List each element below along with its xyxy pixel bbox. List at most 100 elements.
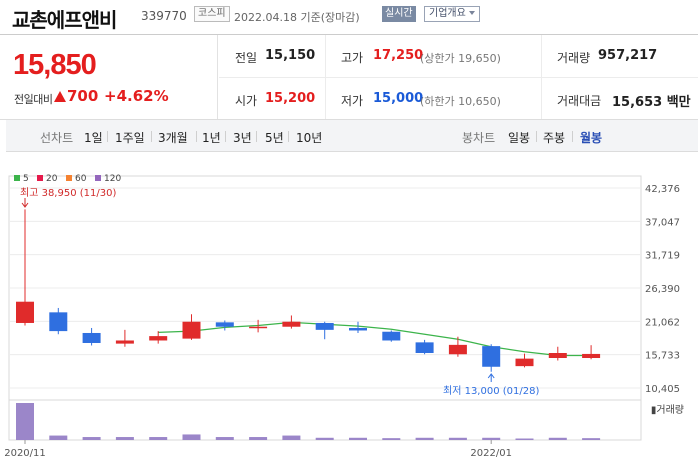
amount-cell: 거래대금 15,653 백만 [541, 78, 698, 120]
volume-value: 957,217 [598, 48, 658, 63]
candle-monthly-button[interactable]: 월봉 [580, 129, 602, 146]
candle-body [82, 332, 101, 343]
stock-name: 교촌에프앤비 [12, 8, 117, 32]
volume-bar [349, 437, 367, 440]
candle-body [349, 327, 367, 331]
candle-body [149, 336, 168, 341]
date-text: 2022.04.18 기준(장마감) [234, 11, 360, 24]
legend-label: 5 [23, 174, 29, 184]
y-tick-label: 10,405 [645, 384, 680, 395]
y-tick-label: 37,047 [645, 217, 680, 228]
separator [536, 131, 537, 142]
lower-limit: (하한가 10,650) [420, 95, 501, 108]
volume-bar [16, 403, 34, 440]
period-1y-button[interactable]: 1년 [202, 129, 221, 146]
volume-bar [282, 435, 301, 440]
candle-weekly-button[interactable]: 주봉 [543, 129, 565, 146]
current-price-box: 15,850 전일대비 700 +4.62% [0, 35, 218, 119]
current-price: 15,850 [13, 49, 97, 81]
candle-body [448, 344, 467, 355]
change-percent: +4.62% [104, 87, 169, 105]
low-value: 15,000 [373, 91, 424, 106]
candle-body [249, 326, 268, 329]
stock-chart[interactable]: 42,376 37,047 31,719 26,390 21,062 15,733 10,4… [0, 160, 698, 463]
low-annotation: 최저 13,000 (01/28) [443, 385, 539, 397]
candle-body [415, 342, 434, 353]
volume-bar [415, 437, 434, 440]
separator [256, 131, 257, 142]
market-badge: 코스피 [194, 6, 230, 22]
company-overview-label: 기업개요 [429, 8, 466, 19]
volume-bar [448, 437, 467, 440]
volume-label: 거래량 [557, 51, 591, 65]
volume-bar [115, 437, 134, 440]
candle-body [115, 340, 134, 344]
period-10y-button[interactable]: 10년 [296, 129, 322, 146]
high-value: 17,250 [373, 48, 424, 63]
candle-body [482, 346, 501, 367]
change-value-text: 700 [67, 87, 99, 105]
low-cell: 저가 15,000 (하한가 10,650) [325, 78, 541, 120]
volume-cell: 거래량 957,217 [541, 35, 698, 77]
legend-label: 60 [75, 174, 87, 184]
volume-bar [315, 437, 334, 440]
up-arrow-icon [54, 91, 66, 102]
stock-code: 339770 [141, 9, 187, 23]
y-tick-label: 15,733 [645, 351, 680, 362]
candle-body [215, 322, 234, 327]
separator [288, 131, 289, 142]
upper-limit: (상한가 19,650) [420, 52, 501, 65]
period-3m-button[interactable]: 3개월 [158, 129, 188, 146]
period-5y-button[interactable]: 5년 [265, 129, 284, 146]
change-value: 700 [54, 87, 98, 105]
y-tick-label: 21,062 [645, 317, 680, 328]
candle-body [282, 321, 301, 327]
separator [107, 131, 108, 142]
open-cell: 시가 15,200 [219, 78, 325, 120]
x-tick-label: 2020/11 [4, 448, 46, 459]
amount-label: 거래대금 [557, 94, 602, 108]
separator [196, 131, 197, 142]
volume-bar [49, 435, 68, 440]
high-annotation: 최고 38,950 (11/30) [20, 187, 116, 199]
separator [572, 131, 573, 142]
period-1d-button[interactable]: 1일 [84, 129, 103, 146]
prev-close-value: 15,150 [265, 48, 316, 63]
volume-bar [249, 437, 268, 440]
high-label: 고가 [341, 51, 364, 65]
candle-body [49, 312, 68, 332]
stock-header: 교촌에프앤비 339770 코스피 2022.04.18 기준(장마감) 실시간… [0, 0, 698, 32]
open-label: 시가 [235, 94, 258, 108]
candle-daily-button[interactable]: 일봉 [508, 129, 530, 146]
separator [151, 131, 152, 142]
candlestick-chart[interactable]: 42,376 37,047 31,719 26,390 21,062 15,733 10,4… [0, 160, 698, 463]
legend-label: 120 [104, 174, 121, 184]
high-cell: 고가 17,250 (상한가 19,650) [325, 35, 541, 77]
legend-swatch [95, 175, 101, 181]
volume-bar [182, 434, 201, 440]
chart-period-toolbar: 선차트 1일 1주일 3개월 1년 3년 5년 10년 봉차트 일봉 주봉 월봉 [6, 120, 698, 152]
amount-value: 15,653 백만 [612, 95, 691, 110]
volume-label: ▮거래량 [651, 404, 684, 416]
period-1w-button[interactable]: 1주일 [115, 129, 145, 146]
volume-bar [149, 437, 168, 440]
candle-body [548, 352, 567, 359]
chevron-down-icon [468, 11, 475, 15]
volume-bar [482, 437, 501, 440]
company-overview-button[interactable]: 기업개요 [424, 6, 480, 22]
ma5-line [158, 321, 592, 357]
candle-body [182, 321, 201, 339]
volume-bar [215, 437, 234, 440]
candle-chart-label: 봉차트 [462, 131, 496, 145]
realtime-button[interactable]: 실시간 [382, 6, 416, 22]
separator [225, 131, 226, 142]
candle-body [16, 301, 34, 323]
candle-body [515, 358, 534, 367]
period-3y-button[interactable]: 3년 [233, 129, 252, 146]
y-tick-label: 31,719 [645, 251, 680, 262]
x-tick-label: 2022/01 [470, 448, 512, 459]
prev-day-label: 전일대비 [14, 93, 53, 106]
price-summary: 15,850 전일대비 700 +4.62% 전일 15,150 고가 17,2… [0, 34, 698, 120]
prev-close-label: 전일 [235, 51, 258, 65]
candle-body [582, 353, 601, 359]
